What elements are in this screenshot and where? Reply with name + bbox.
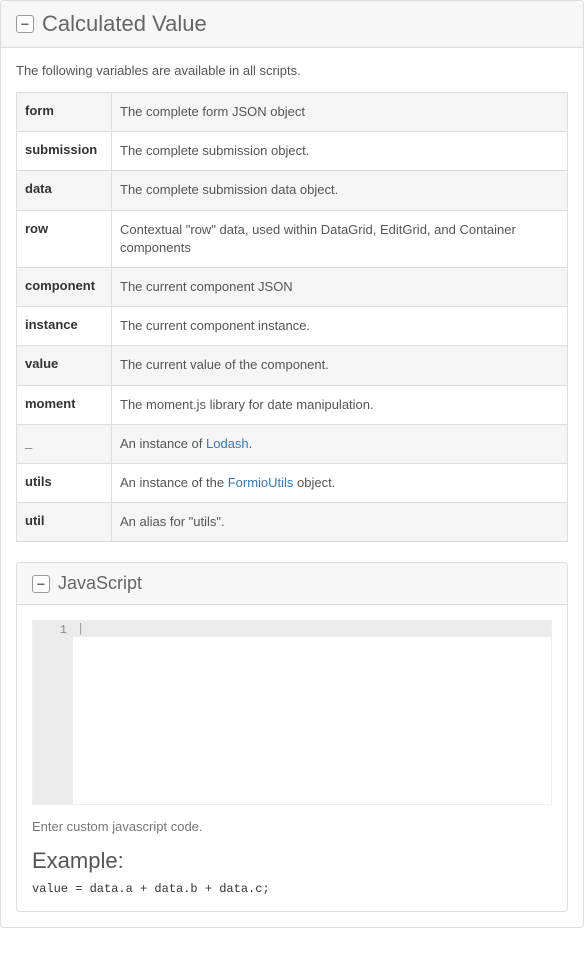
code-input-area[interactable]: | <box>73 621 551 804</box>
var-description: An alias for "utils". <box>112 503 568 542</box>
table-row: rowContextual "row" data, used within Da… <box>17 210 568 267</box>
variables-table: formThe complete form JSON objectsubmiss… <box>16 92 568 542</box>
var-description: The current value of the component. <box>112 346 568 385</box>
var-description: The moment.js library for date manipulat… <box>112 385 568 424</box>
var-name: instance <box>17 307 112 346</box>
var-description: An instance of Lodash. <box>112 424 568 463</box>
table-row: valueThe current value of the component. <box>17 346 568 385</box>
collapse-toggle-icon[interactable]: − <box>32 575 50 593</box>
var-description: The current component instance. <box>112 307 568 346</box>
table-row: dataThe complete submission data object. <box>17 171 568 210</box>
var-name: data <box>17 171 112 210</box>
code-editor[interactable]: 1 | <box>32 620 552 805</box>
doc-link[interactable]: FormioUtils <box>228 475 294 490</box>
table-row: instanceThe current component instance. <box>17 307 568 346</box>
table-row: momentThe moment.js library for date man… <box>17 385 568 424</box>
calculated-value-heading: − Calculated Value <box>1 1 583 48</box>
panel-body: The following variables are available in… <box>1 48 583 927</box>
js-panel-title: JavaScript <box>58 573 142 594</box>
var-description: The complete form JSON object <box>112 93 568 132</box>
javascript-heading: − JavaScript <box>17 563 567 605</box>
var-description: The complete submission object. <box>112 132 568 171</box>
var-name: component <box>17 267 112 306</box>
table-row: formThe complete form JSON object <box>17 93 568 132</box>
var-name: form <box>17 93 112 132</box>
var-description: The current component JSON <box>112 267 568 306</box>
var-name: moment <box>17 385 112 424</box>
helper-text: Enter custom javascript code. <box>32 819 552 834</box>
var-name: utils <box>17 463 112 502</box>
var-description: The complete submission data object. <box>112 171 568 210</box>
var-name: util <box>17 503 112 542</box>
table-row: _An instance of Lodash. <box>17 424 568 463</box>
table-row: utilAn alias for "utils". <box>17 503 568 542</box>
var-description: Contextual "row" data, used within DataG… <box>112 210 568 267</box>
table-row: submissionThe complete submission object… <box>17 132 568 171</box>
panel-title: Calculated Value <box>42 11 207 37</box>
calculated-value-panel: − Calculated Value The following variabl… <box>0 0 584 928</box>
example-heading: Example: <box>32 848 552 874</box>
line-gutter: 1 <box>33 621 73 804</box>
var-name: value <box>17 346 112 385</box>
var-name: submission <box>17 132 112 171</box>
line-number: 1 <box>60 623 67 637</box>
js-panel-body: 1 | Enter custom javascript code. Exampl… <box>17 605 567 911</box>
collapse-toggle-icon[interactable]: − <box>16 15 34 33</box>
intro-text: The following variables are available in… <box>16 63 568 78</box>
var-name: _ <box>17 424 112 463</box>
table-row: utilsAn instance of the FormioUtils obje… <box>17 463 568 502</box>
doc-link[interactable]: Lodash <box>206 436 249 451</box>
table-row: componentThe current component JSON <box>17 267 568 306</box>
var-name: row <box>17 210 112 267</box>
example-code: value = data.a + data.b + data.c; <box>32 882 552 896</box>
javascript-panel: − JavaScript 1 | Enter custom javascript… <box>16 562 568 912</box>
cursor-icon: | <box>77 622 84 636</box>
var-description: An instance of the FormioUtils object. <box>112 463 568 502</box>
